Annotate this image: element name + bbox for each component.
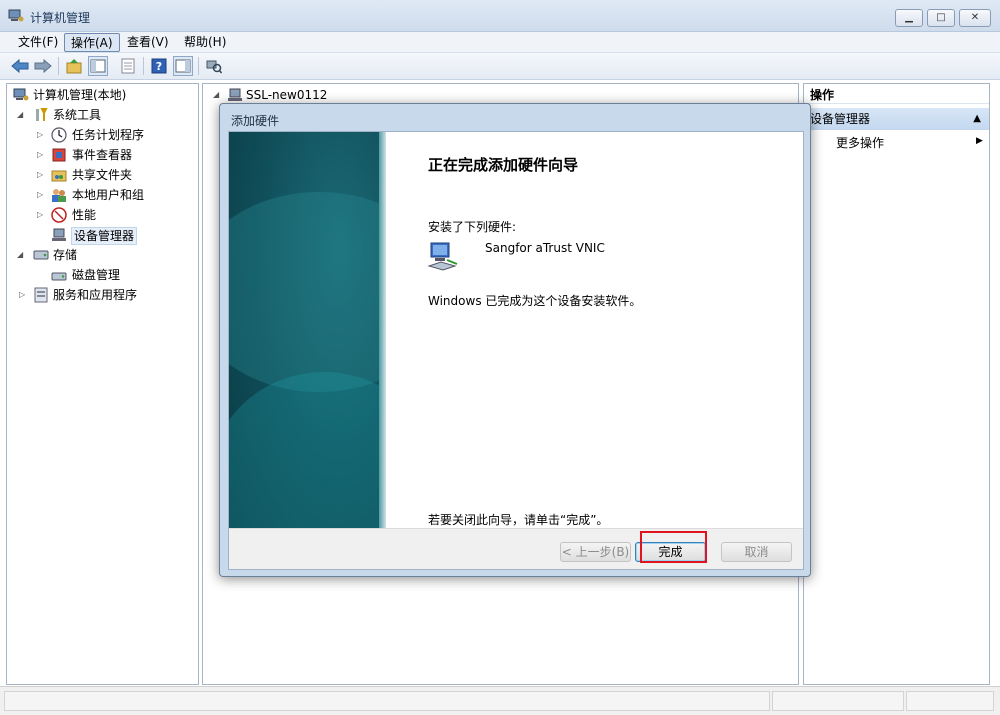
minimize-button[interactable]: ▁ bbox=[895, 9, 923, 27]
wizard-body: 正在完成添加硬件向导 安装了下列硬件: Sangfor aTrust VNIC … bbox=[228, 131, 804, 570]
device-name: Sangfor aTrust VNIC bbox=[485, 241, 605, 255]
show-action-pane-icon[interactable] bbox=[173, 56, 193, 76]
tools-icon bbox=[33, 107, 49, 123]
tree-item-storage[interactable]: ◢ 存储 bbox=[11, 245, 197, 265]
maximize-button[interactable]: □ bbox=[927, 9, 955, 27]
computer-management-icon bbox=[13, 87, 29, 103]
collapsed-triangle-icon[interactable]: ▷ bbox=[37, 165, 47, 185]
menu-help[interactable]: 帮助(H) bbox=[178, 33, 232, 52]
close-hint: 若要关闭此向导，请单击“完成”。 bbox=[428, 513, 609, 527]
expanded-triangle-icon[interactable]: ◢ bbox=[17, 105, 27, 125]
banner-decoration bbox=[229, 192, 386, 392]
dialog-title: 添加硬件 bbox=[231, 114, 280, 128]
tree-item-event-viewer[interactable]: ▷ 事件查看器 bbox=[11, 145, 197, 165]
tree-item-shared-folders[interactable]: ▷ 共享文件夹 bbox=[11, 165, 197, 185]
collapsed-triangle-icon[interactable]: ▷ bbox=[37, 185, 47, 205]
collapse-up-icon[interactable]: ▲ bbox=[973, 108, 981, 130]
services-icon bbox=[33, 287, 49, 303]
toolbar-separator bbox=[58, 57, 59, 75]
close-button[interactable]: ✕ bbox=[959, 9, 991, 27]
tree-item-system-tools[interactable]: ◢ 系统工具 bbox=[11, 105, 197, 125]
banner-decoration bbox=[229, 372, 386, 528]
status-bar bbox=[0, 686, 1000, 715]
completed-message: Windows 已完成为这个设备安装软件。 bbox=[428, 294, 642, 308]
toolbar: ? bbox=[0, 53, 1000, 80]
status-segment bbox=[906, 691, 994, 711]
help-icon[interactable]: ? bbox=[149, 56, 169, 76]
status-segment bbox=[4, 691, 770, 711]
expanded-triangle-icon[interactable]: ◢ bbox=[213, 85, 223, 105]
tree-item-task-scheduler[interactable]: ▷ 任务计划程序 bbox=[11, 125, 197, 145]
actions-header: 操作 bbox=[804, 84, 989, 104]
menu-bar: 文件(F) 操作(A) 查看(V) 帮助(H) bbox=[0, 32, 1000, 53]
actions-section-device-manager[interactable]: 设备管理器 ▲ bbox=[804, 108, 989, 130]
network-adapter-icon bbox=[427, 240, 459, 272]
actions-pane: 操作 设备管理器 ▲ 更多操作 ▶ bbox=[803, 83, 990, 685]
back-arrow-icon[interactable] bbox=[10, 56, 30, 76]
toolbar-separator bbox=[143, 57, 144, 75]
disk-icon bbox=[51, 267, 67, 283]
tree-item-local-users[interactable]: ▷ 本地用户和组 bbox=[11, 185, 197, 205]
svg-text:?: ? bbox=[156, 60, 162, 73]
menu-file[interactable]: 文件(F) bbox=[12, 33, 64, 52]
show-tree-icon[interactable] bbox=[88, 56, 108, 76]
performance-icon bbox=[51, 207, 67, 223]
finish-button[interactable]: 完成 bbox=[635, 542, 706, 562]
wizard-footer: < 上一步(B) 完成 取消 bbox=[229, 528, 803, 569]
collapsed-triangle-icon[interactable]: ▷ bbox=[37, 145, 47, 165]
menu-action[interactable]: 操作(A) bbox=[64, 33, 120, 52]
add-hardware-dialog: 添加硬件 正在完成添加硬件向导 安装了下列硬件: Sangfor aTrust … bbox=[219, 103, 811, 577]
up-folder-icon[interactable] bbox=[64, 56, 84, 76]
wizard-banner-image bbox=[229, 132, 386, 528]
more-actions-item[interactable]: 更多操作 bbox=[836, 134, 884, 151]
users-icon bbox=[51, 187, 67, 203]
tree-item-services-applications[interactable]: ▷ 服务和应用程序 bbox=[11, 285, 197, 305]
tree-item-disk-management[interactable]: 磁盘管理 bbox=[11, 265, 197, 285]
clock-icon bbox=[51, 127, 67, 143]
collapsed-triangle-icon[interactable]: ▷ bbox=[19, 285, 29, 305]
navigation-tree: 计算机管理(本地) ◢ 系统工具 ▷ 任务计划程序 ▷ 事件查看器 ▷ 共享文件… bbox=[6, 83, 199, 685]
forward-arrow-icon[interactable] bbox=[33, 56, 53, 76]
cancel-button[interactable]: 取消 bbox=[721, 542, 792, 562]
computer-node[interactable]: ◢ SSL-new0112 bbox=[211, 85, 511, 105]
title-bar: 计算机管理 ▁ □ ✕ bbox=[0, 0, 1000, 32]
banner-edge bbox=[379, 132, 386, 528]
computer-icon bbox=[227, 87, 243, 103]
back-button[interactable]: < 上一步(B) bbox=[560, 542, 631, 562]
properties-icon[interactable] bbox=[118, 56, 138, 76]
tree-item-device-manager[interactable]: 设备管理器 bbox=[11, 225, 197, 245]
computer-management-icon bbox=[8, 9, 24, 23]
scan-hardware-icon[interactable] bbox=[204, 56, 224, 76]
actions-section-label: 设备管理器 bbox=[810, 112, 871, 126]
tree-item-computer-management[interactable]: 计算机管理(本地) bbox=[11, 85, 197, 105]
expanded-triangle-icon[interactable]: ◢ bbox=[17, 245, 27, 265]
shared-folder-icon bbox=[51, 167, 67, 183]
storage-icon bbox=[33, 247, 49, 263]
device-manager-icon bbox=[51, 227, 67, 243]
collapsed-triangle-icon[interactable]: ▷ bbox=[37, 125, 47, 145]
toolbar-separator bbox=[198, 57, 199, 75]
installed-label: 安装了下列硬件: bbox=[428, 220, 517, 234]
wizard-heading: 正在完成添加硬件向导 bbox=[428, 156, 579, 174]
event-viewer-icon bbox=[51, 147, 67, 163]
tree-item-performance[interactable]: ▷ 性能 bbox=[11, 205, 197, 225]
status-segment bbox=[772, 691, 904, 711]
submenu-arrow-icon: ▶ bbox=[976, 136, 983, 146]
collapsed-triangle-icon[interactable]: ▷ bbox=[37, 205, 47, 225]
menu-view[interactable]: 查看(V) bbox=[121, 33, 175, 52]
window-title: 计算机管理 bbox=[30, 11, 91, 25]
